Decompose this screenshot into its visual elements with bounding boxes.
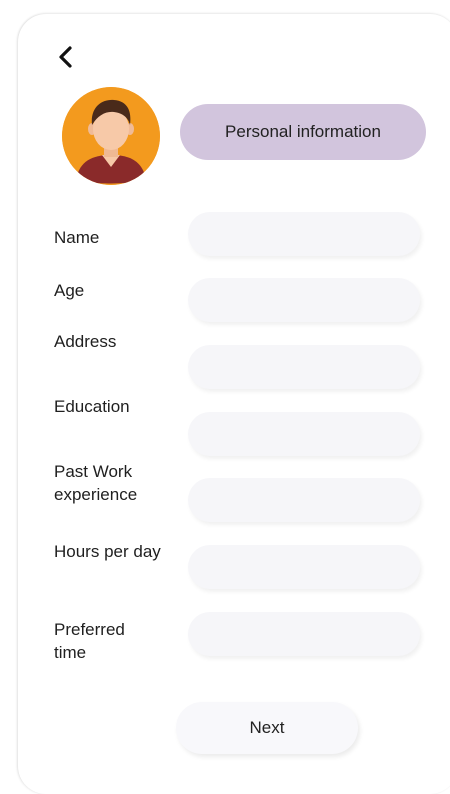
past-work-experience-input[interactable] — [188, 478, 420, 522]
address-label: Address — [54, 332, 117, 351]
education-input[interactable] — [188, 412, 420, 456]
age-input[interactable] — [188, 278, 420, 322]
user-avatar-icon — [62, 87, 160, 185]
preferred-time-label: Preferred time — [54, 620, 125, 662]
back-button[interactable] — [52, 42, 78, 72]
age-label: Age — [54, 281, 85, 300]
address-input[interactable] — [188, 345, 420, 389]
hours-per-day-input[interactable] — [188, 545, 420, 589]
education-label: Education — [54, 397, 130, 416]
next-button[interactable]: Next — [176, 702, 358, 754]
past-work-experience-label: Past Work experience — [54, 462, 138, 504]
name-input[interactable] — [188, 212, 420, 256]
page-title: Personal information — [180, 104, 426, 160]
hours-per-day-label: Hours per day — [54, 542, 161, 561]
preferred-time-input[interactable] — [188, 612, 420, 656]
name-label: Name — [54, 228, 100, 247]
chevron-left-icon — [59, 46, 72, 68]
avatar — [62, 87, 160, 185]
